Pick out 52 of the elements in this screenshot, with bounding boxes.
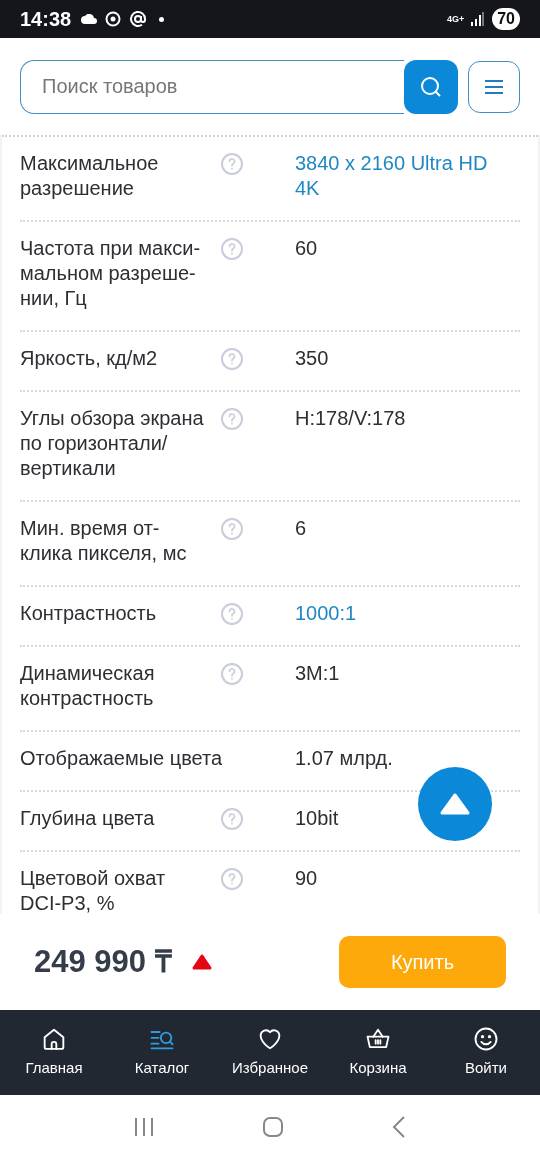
spec-label: Яркость, кд/м2 bbox=[20, 346, 159, 371]
spec-value: 3M:1 bbox=[295, 661, 340, 686]
chrome-icon bbox=[105, 11, 122, 27]
spec-label: Цветовой охват DCI-P3, % bbox=[20, 866, 167, 914]
help-icon[interactable] bbox=[221, 603, 243, 625]
menu-icon bbox=[485, 79, 503, 94]
signal-icon bbox=[470, 12, 485, 26]
spec-value-link[interactable]: 1000:1 bbox=[295, 601, 357, 626]
help-icon[interactable] bbox=[221, 663, 243, 685]
triangle-up-icon bbox=[440, 793, 470, 815]
help-icon[interactable] bbox=[221, 153, 243, 175]
spec-label: Частота при макси-мальном разреше-нии, Гц bbox=[20, 236, 202, 311]
spec-value: 350 bbox=[295, 346, 329, 371]
help-icon[interactable] bbox=[221, 868, 243, 890]
home-button-icon[interactable] bbox=[262, 1115, 284, 1138]
triangle-icon bbox=[191, 954, 212, 970]
spec-value: 1.07 млрд. bbox=[295, 746, 393, 771]
spec-value: H:178/V:178 bbox=[295, 406, 406, 431]
recent-apps-icon[interactable] bbox=[133, 1115, 156, 1138]
battery-indicator: 70 bbox=[492, 8, 520, 30]
spec-value: 6 bbox=[295, 516, 307, 541]
spec-value-link[interactable]: 3840 x 2160 Ultra HD 4K bbox=[295, 151, 501, 201]
help-icon[interactable] bbox=[221, 808, 243, 830]
spec-label: Отображаемые цвета bbox=[20, 746, 224, 771]
spec-label: Динамическая контрастность bbox=[20, 661, 156, 711]
search-icon bbox=[419, 74, 443, 99]
menu-button[interactable] bbox=[468, 60, 520, 113]
help-icon[interactable] bbox=[221, 408, 243, 430]
network-type: 4G+ bbox=[446, 14, 465, 24]
nav-tab[interactable]: Избранное bbox=[216, 1025, 324, 1080]
status-time: 14:38 bbox=[20, 7, 72, 32]
cloud-icon bbox=[81, 14, 98, 24]
price: 249 990 ₸ bbox=[34, 942, 172, 981]
help-icon[interactable] bbox=[221, 238, 243, 260]
help-icon[interactable] bbox=[221, 348, 243, 370]
nav-tab[interactable]: Корзина bbox=[324, 1025, 432, 1080]
search-field[interactable]: Поиск товаров bbox=[20, 59, 404, 114]
nav-tab[interactable]: Главная bbox=[0, 1025, 108, 1080]
nav-tab[interactable]: Войти bbox=[432, 1025, 540, 1080]
search-button[interactable] bbox=[404, 59, 458, 114]
spec-value: 10bit bbox=[295, 806, 339, 831]
spec-label: Максимальное разрешение bbox=[20, 151, 160, 201]
spec-value: 90 bbox=[295, 866, 318, 891]
nav-tab[interactable]: Каталог bbox=[108, 1025, 216, 1080]
at-sign-icon bbox=[129, 10, 148, 28]
back-icon[interactable] bbox=[390, 1114, 407, 1139]
spec-value: 60 bbox=[295, 236, 318, 261]
spec-label: Глубина цвета bbox=[20, 806, 156, 831]
spec-label: Контрастность bbox=[20, 601, 158, 626]
help-icon[interactable] bbox=[221, 518, 243, 540]
spec-label: Углы обзора экрана по горизонтали/ вертикали bbox=[20, 406, 205, 481]
spec-label: Мин. время от-клика пикселя, мс bbox=[20, 516, 188, 566]
